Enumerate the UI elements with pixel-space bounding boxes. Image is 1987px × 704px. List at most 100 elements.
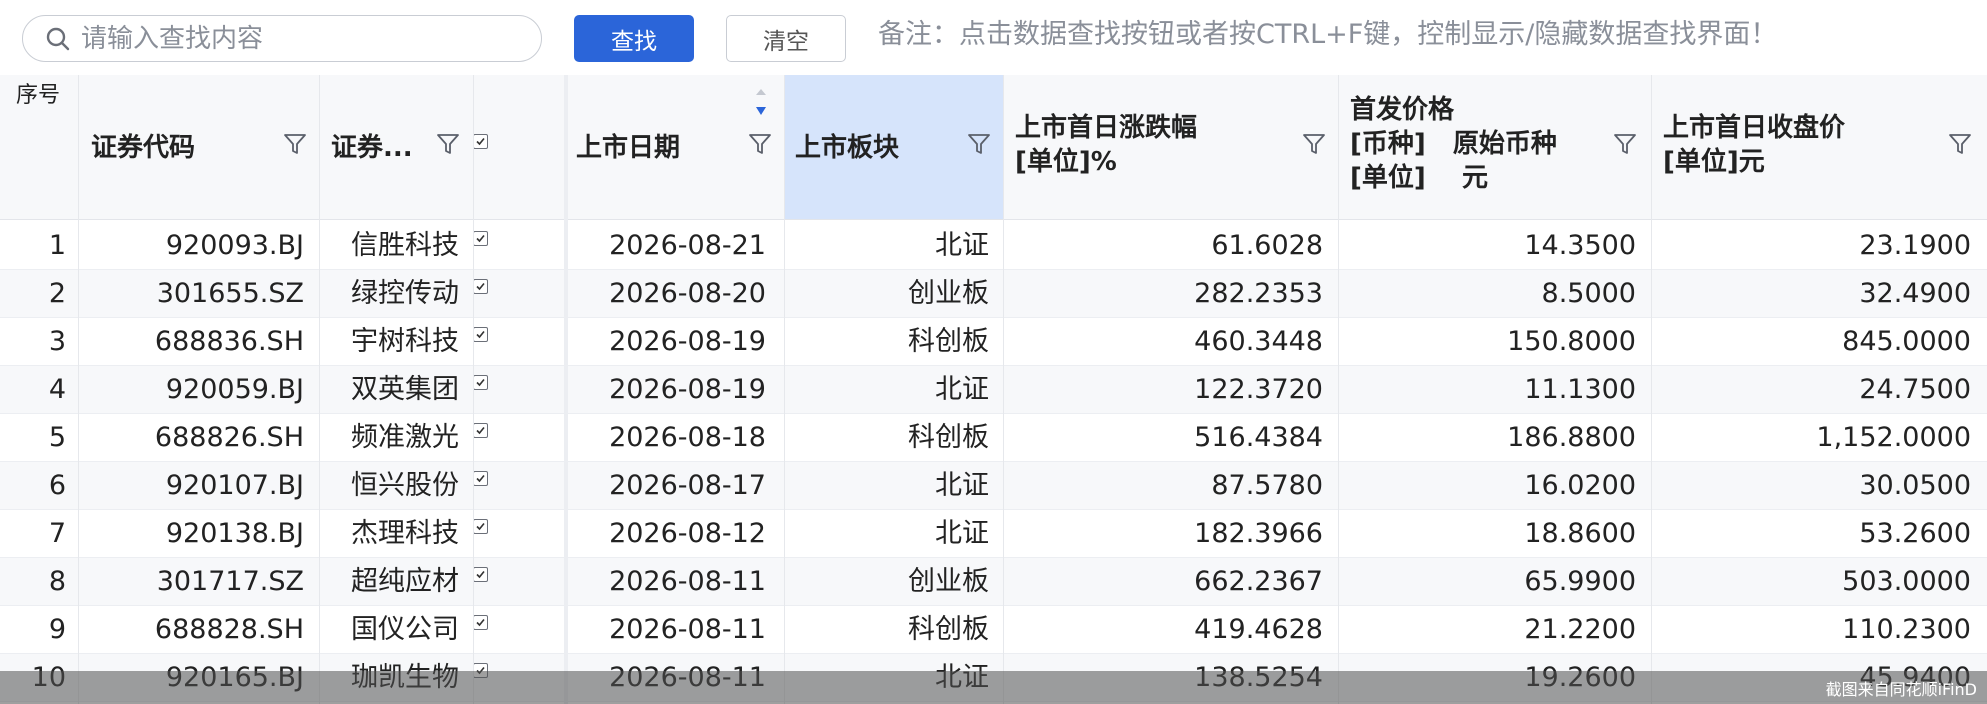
cell-code: 688826.SH <box>154 422 304 453</box>
table-row[interactable]: 8 301717.SZ 超纯应材 2026-08-11 创业板 662.2367 65.99… <box>0 558 1987 606</box>
cell-date: 2026-08-21 <box>609 230 766 261</box>
cell-change: 87.5780 <box>1211 470 1323 501</box>
cell-change: 460.3448 <box>1194 326 1323 357</box>
cell-name: 双英集团 <box>351 374 459 405</box>
header-change[interactable]: 上市首日涨跌幅 [单位]% <box>1003 75 1338 220</box>
cell-change: 61.6028 <box>1211 230 1323 261</box>
cell-index: 5 <box>48 422 66 453</box>
cell-name: 信胜科技 <box>351 230 459 261</box>
row-checkbox[interactable] <box>473 615 488 630</box>
cell-change: 282.2353 <box>1194 278 1323 309</box>
cell-close: 503.0000 <box>1842 566 1971 597</box>
clear-button[interactable]: 清空 <box>726 15 846 62</box>
filter-icon[interactable] <box>747 131 773 157</box>
table-row[interactable]: 1 920093.BJ 信胜科技 2026-08-21 北证 61.6028 14.3500… <box>0 222 1987 270</box>
cell-close: 32.4900 <box>1859 278 1971 309</box>
row-checkbox[interactable] <box>473 279 488 294</box>
column-divider <box>1651 75 1652 704</box>
filter-icon[interactable] <box>282 131 308 157</box>
sort-icon[interactable] <box>753 87 769 117</box>
cell-price: 11.1300 <box>1524 374 1636 405</box>
row-checkbox[interactable] <box>473 231 488 246</box>
row-checkbox[interactable] <box>473 327 488 342</box>
cell-date: 2026-08-19 <box>609 374 766 405</box>
cell-price: 65.9900 <box>1524 566 1636 597</box>
cell-code: 301655.SZ <box>156 278 304 309</box>
data-table: 序号 证券代码 证券... 上市日期 上市板块 上市首日涨跌幅 [单位]% 首发… <box>0 75 1987 704</box>
header-close-label-1: 上市首日收盘价 <box>1663 113 1846 143</box>
cell-change: 122.3720 <box>1194 374 1323 405</box>
table-row[interactable]: 3 688836.SH 宇树科技 2026-08-19 科创板 460.3448 150.8… <box>0 318 1987 366</box>
cell-name: 宇树科技 <box>351 326 459 357</box>
cell-index: 3 <box>48 326 66 357</box>
table-row[interactable]: 6 920107.BJ 恒兴股份 2026-08-17 北证 87.5780 16.0200… <box>0 462 1987 510</box>
header-index-label: 序号 <box>16 83 61 108</box>
column-divider <box>473 75 474 704</box>
cell-code: 920107.BJ <box>165 470 304 501</box>
cell-price: 16.0200 <box>1524 470 1636 501</box>
header-price[interactable]: 首发价格 [币种] 原始币种 [单位] 元 <box>1338 75 1651 220</box>
cell-board: 创业板 <box>908 566 989 597</box>
table-row[interactable]: 7 920138.BJ 杰理科技 2026-08-12 北证 182.3966 18.860… <box>0 510 1987 558</box>
row-checkbox[interactable] <box>473 375 488 390</box>
column-divider <box>1003 75 1004 704</box>
cell-price: 21.2200 <box>1524 614 1636 645</box>
note-text: 备注：点击数据查找按钮或者按CTRL+F键，控制显示/隐藏数据查找界面！ <box>878 19 1778 50</box>
header-change-label-1: 上市首日涨跌幅 <box>1015 113 1198 143</box>
cell-close: 53.2600 <box>1859 518 1971 549</box>
cell-name: 频准激光 <box>351 422 459 453</box>
cell-name: 恒兴股份 <box>351 470 459 501</box>
cell-index: 8 <box>48 566 66 597</box>
cell-board: 北证 <box>935 518 989 549</box>
row-checkbox[interactable] <box>473 423 488 438</box>
cell-close: 845.0000 <box>1842 326 1971 357</box>
cell-board: 科创板 <box>908 326 989 357</box>
cell-change: 419.4628 <box>1194 614 1323 645</box>
filter-icon[interactable] <box>1301 131 1327 157</box>
cell-index: 7 <box>48 518 66 549</box>
header-name[interactable]: 证券... <box>319 75 473 220</box>
header-board-label: 上市板块 <box>795 133 900 163</box>
header-date-label: 上市日期 <box>576 133 681 163</box>
row-checkbox[interactable] <box>473 567 488 582</box>
footer-bar <box>0 671 1987 704</box>
filter-icon[interactable] <box>966 131 992 157</box>
row-checkbox[interactable] <box>473 519 488 534</box>
column-divider <box>1338 75 1339 704</box>
cell-name: 国仪公司 <box>351 614 459 645</box>
cell-name: 绿控传动 <box>351 278 459 309</box>
header-date[interactable]: 上市日期 <box>566 75 784 220</box>
filter-icon[interactable] <box>1612 131 1638 157</box>
table-row[interactable]: 2 301655.SZ 绿控传动 2026-08-20 创业板 282.2353 8.500… <box>0 270 1987 318</box>
header-name-label: 证券... <box>331 133 413 163</box>
header-code[interactable]: 证券代码 <box>78 75 319 220</box>
table-row[interactable]: 4 920059.BJ 双英集团 2026-08-19 北证 122.3720 11.130… <box>0 366 1987 414</box>
cell-name: 杰理科技 <box>351 518 459 549</box>
cell-date: 2026-08-19 <box>609 326 766 357</box>
watermark-text: 截图来自同花顺iFinD <box>1825 680 1977 699</box>
row-checkbox[interactable] <box>473 471 488 486</box>
header-price-label-2: [币种] 原始币种 <box>1350 129 1557 159</box>
table-row[interactable]: 5 688826.SH 频准激光 2026-08-18 科创板 516.4384 186.8… <box>0 414 1987 462</box>
search-input[interactable] <box>81 18 521 59</box>
table-row[interactable]: 9 688828.SH 国仪公司 2026-08-11 科创板 419.4628 21.22… <box>0 606 1987 654</box>
cell-close: 30.0500 <box>1859 470 1971 501</box>
header-close-label-2: [单位]元 <box>1663 147 1765 177</box>
column-divider <box>78 75 79 704</box>
header-close[interactable]: 上市首日收盘价 [单位]元 <box>1651 75 1987 220</box>
cell-close: 1,152.0000 <box>1816 422 1971 453</box>
cell-board: 创业板 <box>908 278 989 309</box>
header-board[interactable]: 上市板块 <box>784 75 1003 220</box>
header-checkbox-icon[interactable] <box>473 134 488 149</box>
column-divider <box>319 75 320 704</box>
filter-icon[interactable] <box>1947 131 1973 157</box>
frozen-column-divider[interactable] <box>564 75 568 704</box>
header-index[interactable]: 序号 <box>0 75 78 220</box>
cell-index: 2 <box>48 278 66 309</box>
search-box[interactable] <box>22 15 542 62</box>
cell-date: 2026-08-18 <box>609 422 766 453</box>
header-price-label-3: [单位] 元 <box>1350 163 1488 193</box>
find-button[interactable]: 查找 <box>574 15 694 62</box>
filter-icon[interactable] <box>435 131 461 157</box>
cell-close: 110.2300 <box>1842 614 1971 645</box>
